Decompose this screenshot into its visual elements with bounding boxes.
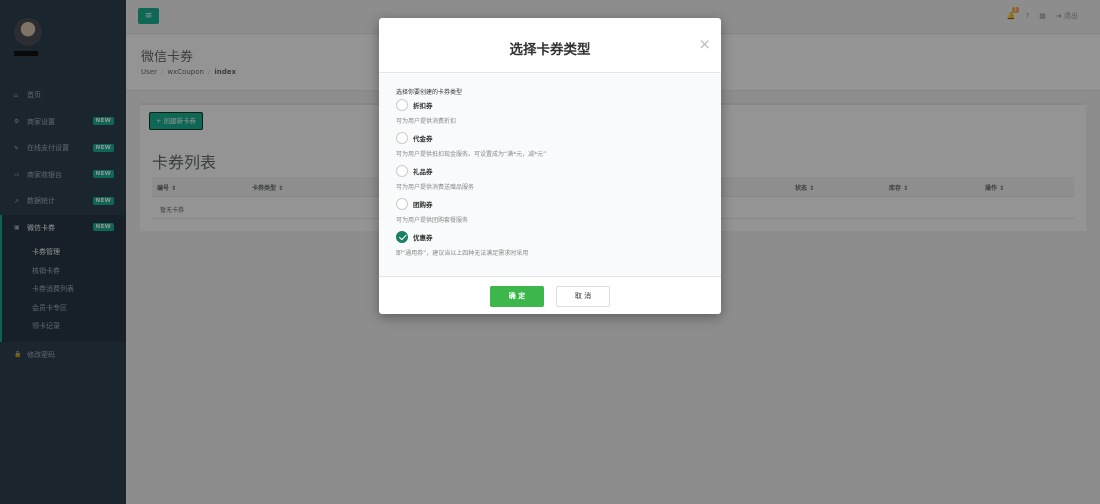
option-name: 礼品券 [413,167,433,176]
modal-title: 选择卡券类型 [509,42,591,58]
cancel-button[interactable]: 取 消 [556,286,610,307]
confirm-button[interactable]: 确 定 [490,286,544,307]
option-description: 可为用户提供团购套餐服务 [396,217,469,224]
select-coupon-type-modal: 选择卡券类型 × 选择你要创建的卡券类型 折扣券 可为用户提供消费折扣 代金券 … [379,18,721,314]
prompt-label: 选择你要创建的卡券类型 [396,89,463,96]
modal-header: 选择卡券类型 × [379,18,721,73]
radio-button-checked[interactable] [396,230,408,243]
option-name: 优惠券 [413,233,433,242]
option-discount[interactable]: 折扣券 可为用户提供消费折扣 [396,98,706,125]
option-general-coupon[interactable]: 优惠券 即“通用券”，建议当以上四种无法满足需求时采用 [396,230,706,257]
option-groupon[interactable]: 团购券 可为用户提供团购套餐服务 [396,197,706,224]
modal-body: 选择你要创建的卡券类型 折扣券 可为用户提供消费折扣 代金券 可为用户提供抵扣现… [379,74,721,276]
option-name: 代金券 [413,134,433,143]
option-name: 团购券 [413,200,433,209]
modal-footer: 确 定 取 消 [379,276,721,314]
close-icon[interactable]: × [698,35,711,53]
option-description: 即“通用券”，建议当以上四种无法满足需求时采用 [396,250,529,257]
option-name: 折扣券 [413,101,433,110]
option-cash[interactable]: 代金券 可为用户提供抵扣现金服务。可设置成为“满*元，减*元” [396,131,706,158]
option-description: 可为用户提供抵扣现金服务。可设置成为“满*元，减*元” [396,151,547,158]
radio-button[interactable] [396,131,408,144]
option-description: 可为用户提供消费送赠品服务 [396,184,475,191]
radio-button[interactable] [396,197,408,210]
option-gift[interactable]: 礼品券 可为用户提供消费送赠品服务 [396,164,706,191]
radio-button[interactable] [396,98,408,111]
radio-button[interactable] [396,164,408,177]
option-description: 可为用户提供消费折扣 [396,118,457,125]
